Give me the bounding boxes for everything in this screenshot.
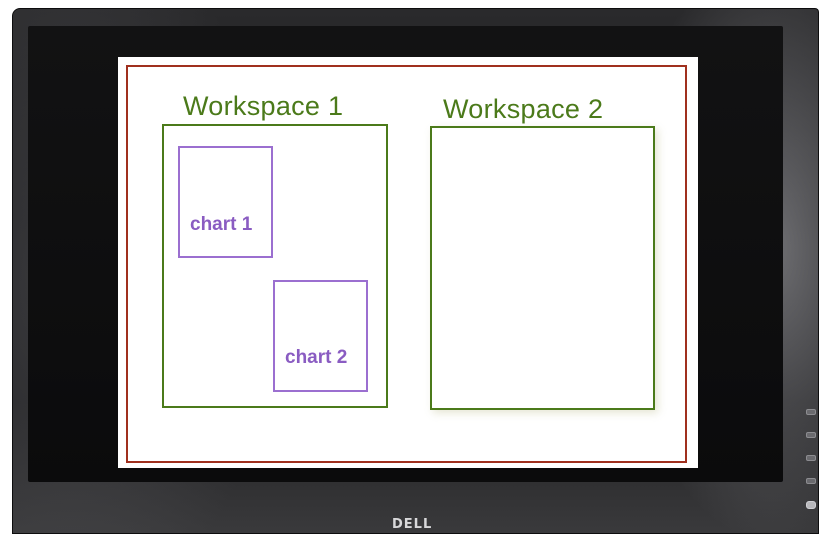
page: Workspace 1 Workspace 2 chart 1 chart 2 … <box>0 0 821 536</box>
monitor-button[interactable] <box>806 409 816 415</box>
workspace-1-title: Workspace 1 <box>183 91 344 121</box>
monitor-button[interactable] <box>806 455 816 461</box>
monitor-button[interactable] <box>806 478 816 484</box>
chart-2-label: chart 2 <box>285 347 348 368</box>
chart-2-box <box>273 280 368 392</box>
chart-1-box <box>178 146 273 258</box>
monitor-side-buttons <box>803 405 817 515</box>
workspace-2-title: Workspace 2 <box>443 94 604 124</box>
power-button-icon[interactable] <box>806 501 816 509</box>
chart-1-label: chart 1 <box>190 214 253 235</box>
workspace-2-box <box>430 126 655 410</box>
monitor-button[interactable] <box>806 432 816 438</box>
dell-logo: DELL <box>392 517 433 532</box>
